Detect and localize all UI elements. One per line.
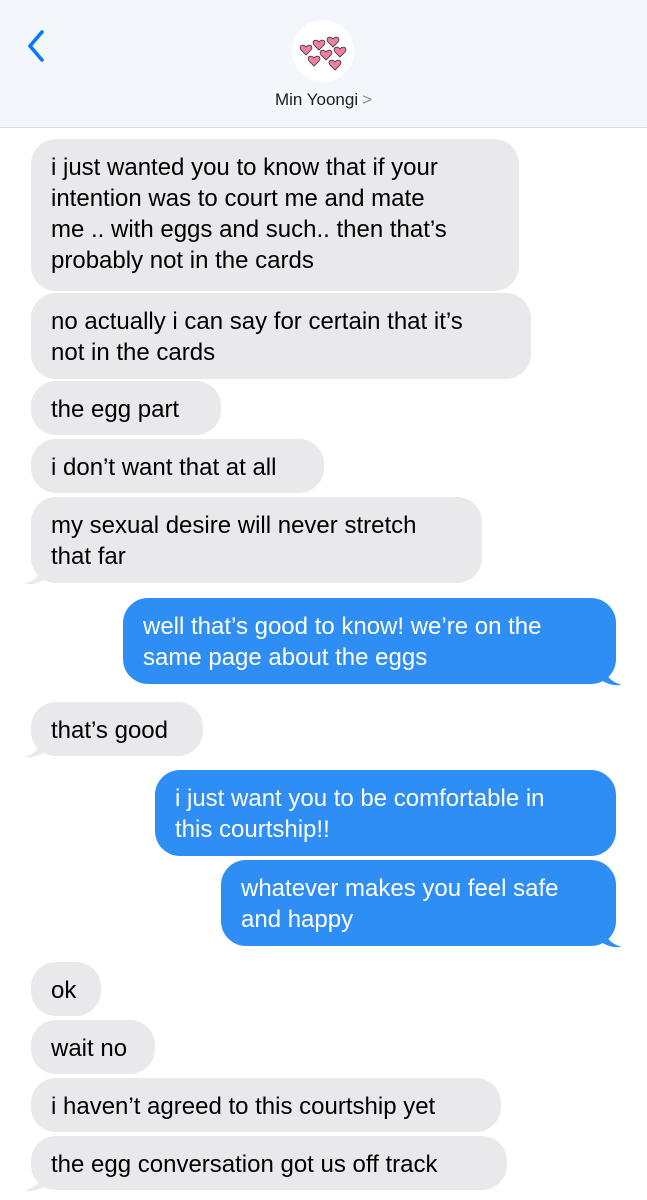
message-text: well that’s good to know! we’re on the [143,613,542,640]
contact-name: Min Yoongi [274,90,359,109]
message-text: me .. with eggs and such.. then that’s [51,216,447,243]
bubble-tail [24,1167,46,1192]
message-bubble-incoming[interactable]: i haven’t agreed to this courtship yet [31,1078,501,1132]
back-button[interactable] [18,24,58,68]
message-text: intention was to court me and mate [51,185,425,212]
message-text: not in the cards [51,339,216,366]
message-text: same page about the eggs [143,644,428,671]
message-bubble-incoming[interactable]: the egg conversation got us off track [31,1136,507,1190]
bubble-tail [600,661,622,686]
message-text: i don’t want that at all [51,454,277,481]
message-text: the egg conversation got us off track [51,1151,438,1178]
message-bubble-incoming[interactable]: my sexual desire will never stretch that… [31,497,482,583]
message-text: wait no [51,1035,128,1062]
message-bubble-incoming[interactable]: no actually i can say for certain that i… [31,293,531,379]
message-text: ok [51,977,77,1004]
message-bubble-outgoing[interactable]: well that’s good to know! we’re on the s… [123,598,616,684]
avatar[interactable] [292,20,354,82]
message-bubble-incoming[interactable]: i just wanted you to know that if your i… [31,139,519,291]
message-text: my sexual desire will never stretch [51,512,417,539]
message-text: this courtship!! [175,816,330,843]
chevron-left-icon [28,30,44,62]
message-text: that’s good [51,717,168,744]
contact-name-button[interactable]: Min Yoongi > [0,90,647,110]
hearts-icon [299,36,347,71]
message-bubble-outgoing[interactable]: i just want you to be comfortable in thi… [155,770,616,856]
message-bubble-incoming[interactable]: ok [31,962,101,1016]
message-bubble-incoming[interactable]: the egg part [31,381,221,435]
message-bubble-incoming[interactable]: wait no [31,1020,155,1074]
message-text: whatever makes you feel safe [241,875,559,902]
bubble-tail [24,733,46,758]
message-bubble-incoming[interactable]: i don’t want that at all [31,439,324,493]
chevron-right-icon: > [362,90,373,109]
message-text: i haven’t agreed to this courtship yet [51,1093,436,1120]
bubble-tail [600,923,622,948]
conversation-header: Min Yoongi > [0,0,647,128]
message-text: that far [51,543,126,570]
message-text: i just wanted you to know that if your [51,154,438,181]
message-text: the egg part [51,396,180,423]
message-text: probably not in the cards [51,247,314,274]
message-text: i just want you to be comfortable in [175,785,545,812]
message-text: and happy [241,906,354,933]
bubble-tail [24,560,46,585]
message-bubble-incoming[interactable]: that’s good [31,702,203,756]
message-text: no actually i can say for certain that i… [51,308,463,335]
message-bubble-outgoing[interactable]: whatever makes you feel safe and happy [221,860,616,946]
